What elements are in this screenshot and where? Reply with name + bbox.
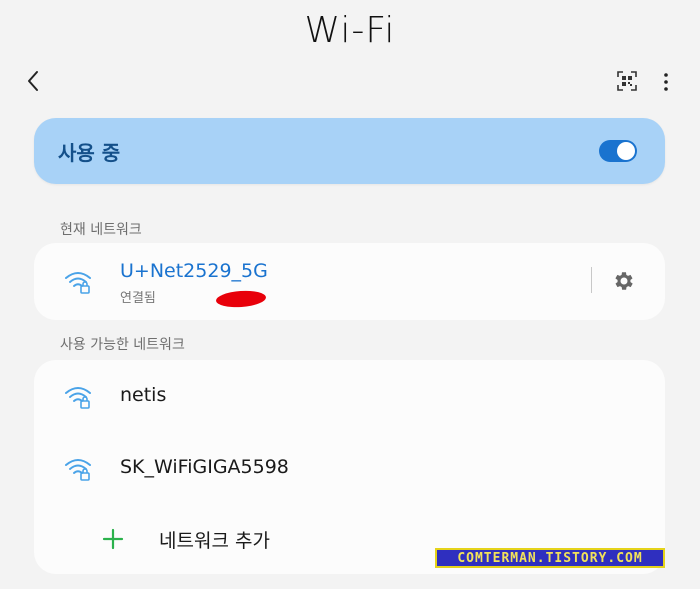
current-network-row[interactable]: U+Net2529_5G 연결됨 xyxy=(34,243,665,320)
network-list-item[interactable]: netis xyxy=(34,360,665,432)
wifi-settings-screen: Wi-Fi 사용 중 현재 네트워크 U+Net2529_5G 연결됨 사용 가… xyxy=(0,0,700,589)
add-network-label: 네트워크 추가 xyxy=(159,530,270,552)
wifi-locked-icon xyxy=(65,459,91,481)
available-networks-card: netis SK_WiFiGIGA5598 네트워크 추가 xyxy=(34,360,665,574)
current-network-name: U+Net2529_5G xyxy=(120,260,268,282)
network-settings-button[interactable] xyxy=(612,269,636,293)
switch-knob xyxy=(617,142,635,160)
back-button[interactable] xyxy=(20,68,46,94)
plus-icon xyxy=(102,528,124,550)
watermark: COMTERMAN.TISTORY.COM xyxy=(435,548,665,568)
more-options-button[interactable] xyxy=(656,70,676,94)
more-vertical-icon xyxy=(664,73,668,91)
network-name: netis xyxy=(120,384,167,406)
available-networks-header: 사용 가능한 네트워크 xyxy=(60,337,185,353)
page-title: Wi-Fi xyxy=(304,10,396,51)
network-list-item[interactable]: SK_WiFiGIGA5598 xyxy=(34,432,665,504)
network-name: SK_WiFiGIGA5598 xyxy=(120,456,289,478)
current-network-status: 연결됨 xyxy=(120,291,156,306)
wifi-locked-icon xyxy=(65,272,91,294)
wifi-locked-icon xyxy=(65,387,91,409)
gear-icon xyxy=(615,272,633,290)
qr-code-icon xyxy=(617,71,637,91)
wifi-toggle-card[interactable]: 사용 중 xyxy=(34,118,665,184)
divider xyxy=(591,267,592,293)
wifi-toggle-label: 사용 중 xyxy=(58,140,121,165)
chevron-left-icon xyxy=(28,71,38,91)
wifi-toggle-switch[interactable] xyxy=(599,140,637,162)
current-network-header: 현재 네트워크 xyxy=(60,222,142,238)
current-network-card: U+Net2529_5G 연결됨 xyxy=(34,243,665,320)
qr-code-button[interactable] xyxy=(617,71,637,91)
